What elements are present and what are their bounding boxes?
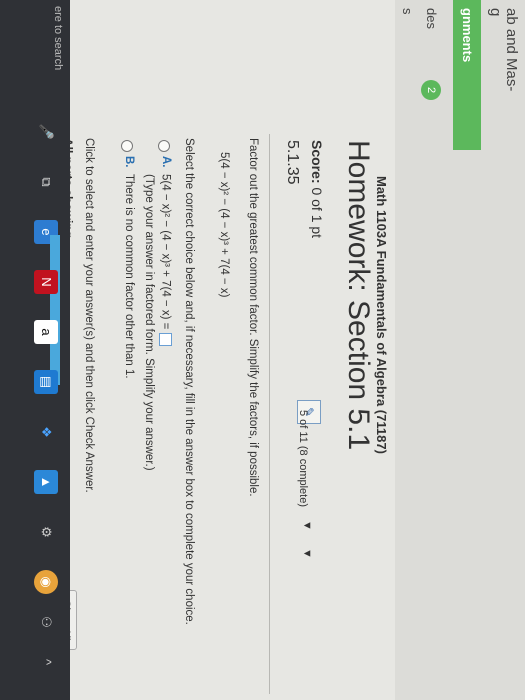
main-content: Math 1103A Fundamentals of Algebra (7118… — [55, 0, 395, 700]
next-question-icon[interactable]: ▼ — [301, 548, 313, 559]
select-instruction: Select the correct choice below and, if … — [183, 138, 195, 625]
option-a-radio[interactable] — [158, 140, 170, 152]
option-b-label[interactable]: B. — [123, 156, 135, 168]
option-a-text: 5(4 − x)² − (4 − x)³ + 7(4 − x) = — [159, 174, 172, 346]
sidebar-item-s[interactable]: s — [400, 8, 415, 15]
question-progress[interactable]: 5 of 11 (8 complete) — [297, 410, 309, 507]
chevron-up-icon[interactable]: ^ — [34, 650, 58, 674]
chrome-icon[interactable]: ◉ — [34, 570, 58, 594]
option-a-hint: (Type your answer in factored form. Simp… — [143, 174, 155, 471]
course-title: Math 1103A Fundamentals of Algebra (7118… — [374, 176, 389, 454]
netflix-icon[interactable]: N — [34, 270, 58, 294]
sidebar-item-assignments[interactable]: gnments — [453, 0, 481, 150]
question-number: 5.1.35 — [284, 140, 301, 185]
settings-icon[interactable]: ⚙ — [34, 520, 58, 544]
prev-question-icon[interactable]: ▼ — [301, 520, 313, 531]
sidebar: ab and Mas- g gnments des 2 s — [395, 0, 525, 700]
click-instruction: Click to select and enter your answer(s)… — [83, 138, 95, 493]
sidebar-item-grades[interactable]: des — [424, 8, 439, 29]
active-window-indicator — [50, 235, 60, 385]
notification-badge: 2 — [421, 80, 441, 100]
score: Score: 0 of 1 pt — [309, 140, 325, 238]
store-icon[interactable]: ▤ — [34, 370, 58, 394]
question-instruction: Factor out the greatest common factor. S… — [247, 138, 259, 497]
question-expression: 5(4 − x)² − (4 − x)³ + 7(4 − x) — [218, 152, 230, 298]
homework-title: Homework: Section 5.1 — [342, 140, 375, 451]
sidebar-title-line2: g — [487, 8, 504, 17]
sidebar-course-title[interactable]: ab and Mas- g — [487, 8, 520, 92]
microphone-icon[interactable]: 🎤 — [34, 120, 58, 144]
sidebar-title-line1: ab and Mas- — [503, 8, 520, 92]
option-a-expression: 5(4 − x)² − (4 − x)³ + 7(4 − x) = — [159, 174, 172, 330]
taskbar-search[interactable]: ere to search — [52, 6, 64, 70]
dropbox-icon[interactable]: ❖ — [34, 420, 58, 444]
score-label: Score: — [309, 140, 325, 184]
taskbar: ere to search 🎤 ⧉ e N a ▤ ❖ ▲ ⚙ ◉ ⚇ ^ — [0, 0, 70, 700]
option-a-label[interactable]: A. — [160, 156, 172, 168]
people-icon[interactable]: ⚇ — [34, 610, 58, 634]
divider — [269, 134, 270, 694]
photos-icon[interactable]: ▲ — [34, 470, 58, 494]
amazon-icon[interactable]: a — [34, 320, 58, 344]
option-b-radio[interactable] — [121, 140, 133, 152]
rotated-screen: ab and Mas- g gnments des 2 s ople Math … — [0, 0, 525, 700]
screen: ab and Mas- g gnments des 2 s ople Math … — [0, 0, 525, 700]
score-value: 0 of 1 pt — [309, 187, 325, 239]
answer-input-box[interactable] — [159, 332, 172, 346]
option-b-text: There is no common factor other than 1. — [123, 174, 135, 379]
task-view-icon[interactable]: ⧉ — [34, 170, 58, 194]
